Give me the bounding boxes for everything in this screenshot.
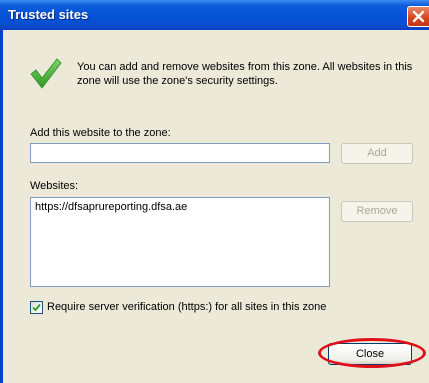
close-icon	[412, 10, 425, 23]
remove-button[interactable]: Remove	[341, 201, 413, 222]
list-item[interactable]: https://dfsaprureporting.dfsa.ae	[35, 201, 187, 213]
dialog-body: You can add and remove websites from thi…	[3, 30, 429, 383]
title-bar[interactable]: Trusted sites	[0, 0, 429, 30]
require-verification-checkbox[interactable]	[30, 301, 43, 314]
checkmark-icon	[30, 58, 62, 89]
window-title: Trusted sites	[8, 7, 89, 22]
check-icon	[32, 303, 41, 312]
window-close-button[interactable]	[407, 6, 429, 27]
trusted-sites-dialog: Trusted sites You can add and remove web…	[0, 0, 429, 383]
info-text: You can add and remove websites from thi…	[77, 61, 413, 87]
websites-label: Websites:	[30, 180, 79, 192]
websites-list[interactable]: https://dfsaprureporting.dfsa.ae	[30, 197, 330, 287]
add-website-input[interactable]	[30, 143, 330, 163]
add-button[interactable]: Add	[341, 143, 413, 164]
add-website-label: Add this website to the zone:	[30, 127, 171, 139]
close-button[interactable]: Close	[328, 343, 412, 365]
require-verification-label: Require server verification (https:) for…	[47, 301, 327, 313]
